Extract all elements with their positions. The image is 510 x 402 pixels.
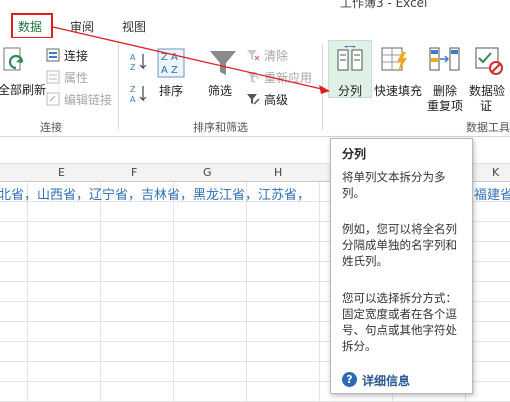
sort-dialog-icon[interactable]: Z A A Z	[157, 48, 185, 78]
filter-funnel-icon[interactable]	[208, 48, 238, 78]
group-separator	[322, 44, 323, 130]
properties-icon	[46, 70, 60, 84]
tab-view[interactable]: 视图	[122, 18, 146, 35]
data-validation-line2[interactable]: 证	[480, 97, 492, 114]
filter-button[interactable]: 筛选	[208, 82, 232, 99]
help-icon[interactable]: ?	[342, 372, 357, 387]
tab-review[interactable]: 审阅	[70, 18, 94, 35]
group-separator	[118, 44, 119, 130]
svg-text:Z: Z	[130, 63, 136, 72]
refresh-all-label[interactable]: 全部刷新	[0, 81, 46, 98]
text-to-columns-icon[interactable]	[336, 46, 364, 74]
properties-button[interactable]: 属性	[64, 69, 88, 86]
tab-highlight-box	[11, 13, 53, 39]
flash-fill-button[interactable]: 快速填充	[374, 82, 422, 99]
ribbon: 全部刷新 连接 属性 编辑链接 连接 A Z Z A Z A A Z 排序 筛选…	[0, 38, 510, 137]
svg-text:A Z: A Z	[161, 65, 178, 76]
column-header-g[interactable]: G	[203, 166, 212, 179]
tooltip-paragraph-2: 例如，您可以将全名列分隔成单独的名字列和姓氏列。	[342, 222, 457, 268]
text-to-columns-tooltip: 分列 将单列文本拆分为多列。 例如，您可以将全名列分隔成单独的名字列和姓氏列。 …	[330, 138, 473, 394]
window-title: 工作簿3 - Excel	[340, 0, 428, 10]
sort-az-icon[interactable]: A Z	[130, 52, 148, 72]
edit-links-button[interactable]: 编辑链接	[64, 91, 112, 108]
connections-button[interactable]: 连接	[64, 47, 88, 64]
sort-button[interactable]: 排序	[159, 82, 183, 99]
sort-za-icon[interactable]: Z A	[130, 84, 148, 104]
connections-icon	[46, 48, 60, 62]
advanced-filter-icon	[247, 94, 260, 105]
svg-text:Z: Z	[130, 85, 136, 94]
svg-text:A: A	[130, 53, 136, 62]
tooltip-title: 分列	[342, 147, 367, 161]
sort-filter-group-label: 排序和筛选	[193, 121, 248, 134]
data-tools-group-label: 数据工具	[466, 121, 510, 134]
column-header-h[interactable]: H	[274, 166, 282, 179]
remove-duplicates-line2[interactable]: 重复项	[427, 97, 463, 114]
reapply-button[interactable]: 重新应用	[264, 69, 312, 86]
clear-filter-icon	[247, 50, 260, 61]
row1-cell-text[interactable]: 北省，山西省，辽宁省，吉林省，黑龙江省，江苏省，	[0, 184, 310, 203]
column-header-f[interactable]: F	[131, 166, 137, 179]
refresh-all-icon[interactable]	[2, 46, 28, 78]
svg-text:Z A: Z A	[161, 52, 178, 63]
ribbon-tab-bar: 数据 审阅 视图	[0, 14, 510, 38]
data-validation-icon[interactable]	[474, 46, 504, 76]
clear-button[interactable]: 清除	[264, 47, 288, 64]
svg-text:A: A	[130, 95, 136, 104]
reapply-icon	[247, 72, 259, 83]
advanced-button[interactable]: 高级	[264, 91, 288, 108]
flash-fill-icon[interactable]	[380, 46, 410, 74]
tooltip-paragraph-3: 您可以选择拆分方式：固定宽度或者在各个逗号、句点或其他字符处拆分。	[342, 291, 457, 353]
edit-links-icon	[46, 92, 60, 106]
text-to-columns-button[interactable]: 分列	[338, 82, 362, 99]
row1-cell-text-tail[interactable]: 福建省	[474, 184, 510, 203]
tooltip-help-link[interactable]: 详细信息	[362, 372, 410, 389]
remove-duplicates-icon[interactable]	[429, 46, 461, 74]
column-header-k[interactable]: K	[492, 166, 499, 179]
connections-group-label: 连接	[40, 121, 62, 134]
tooltip-paragraph-1: 将单列文本拆分为多列。	[342, 170, 446, 200]
column-header-e[interactable]: E	[58, 166, 65, 179]
